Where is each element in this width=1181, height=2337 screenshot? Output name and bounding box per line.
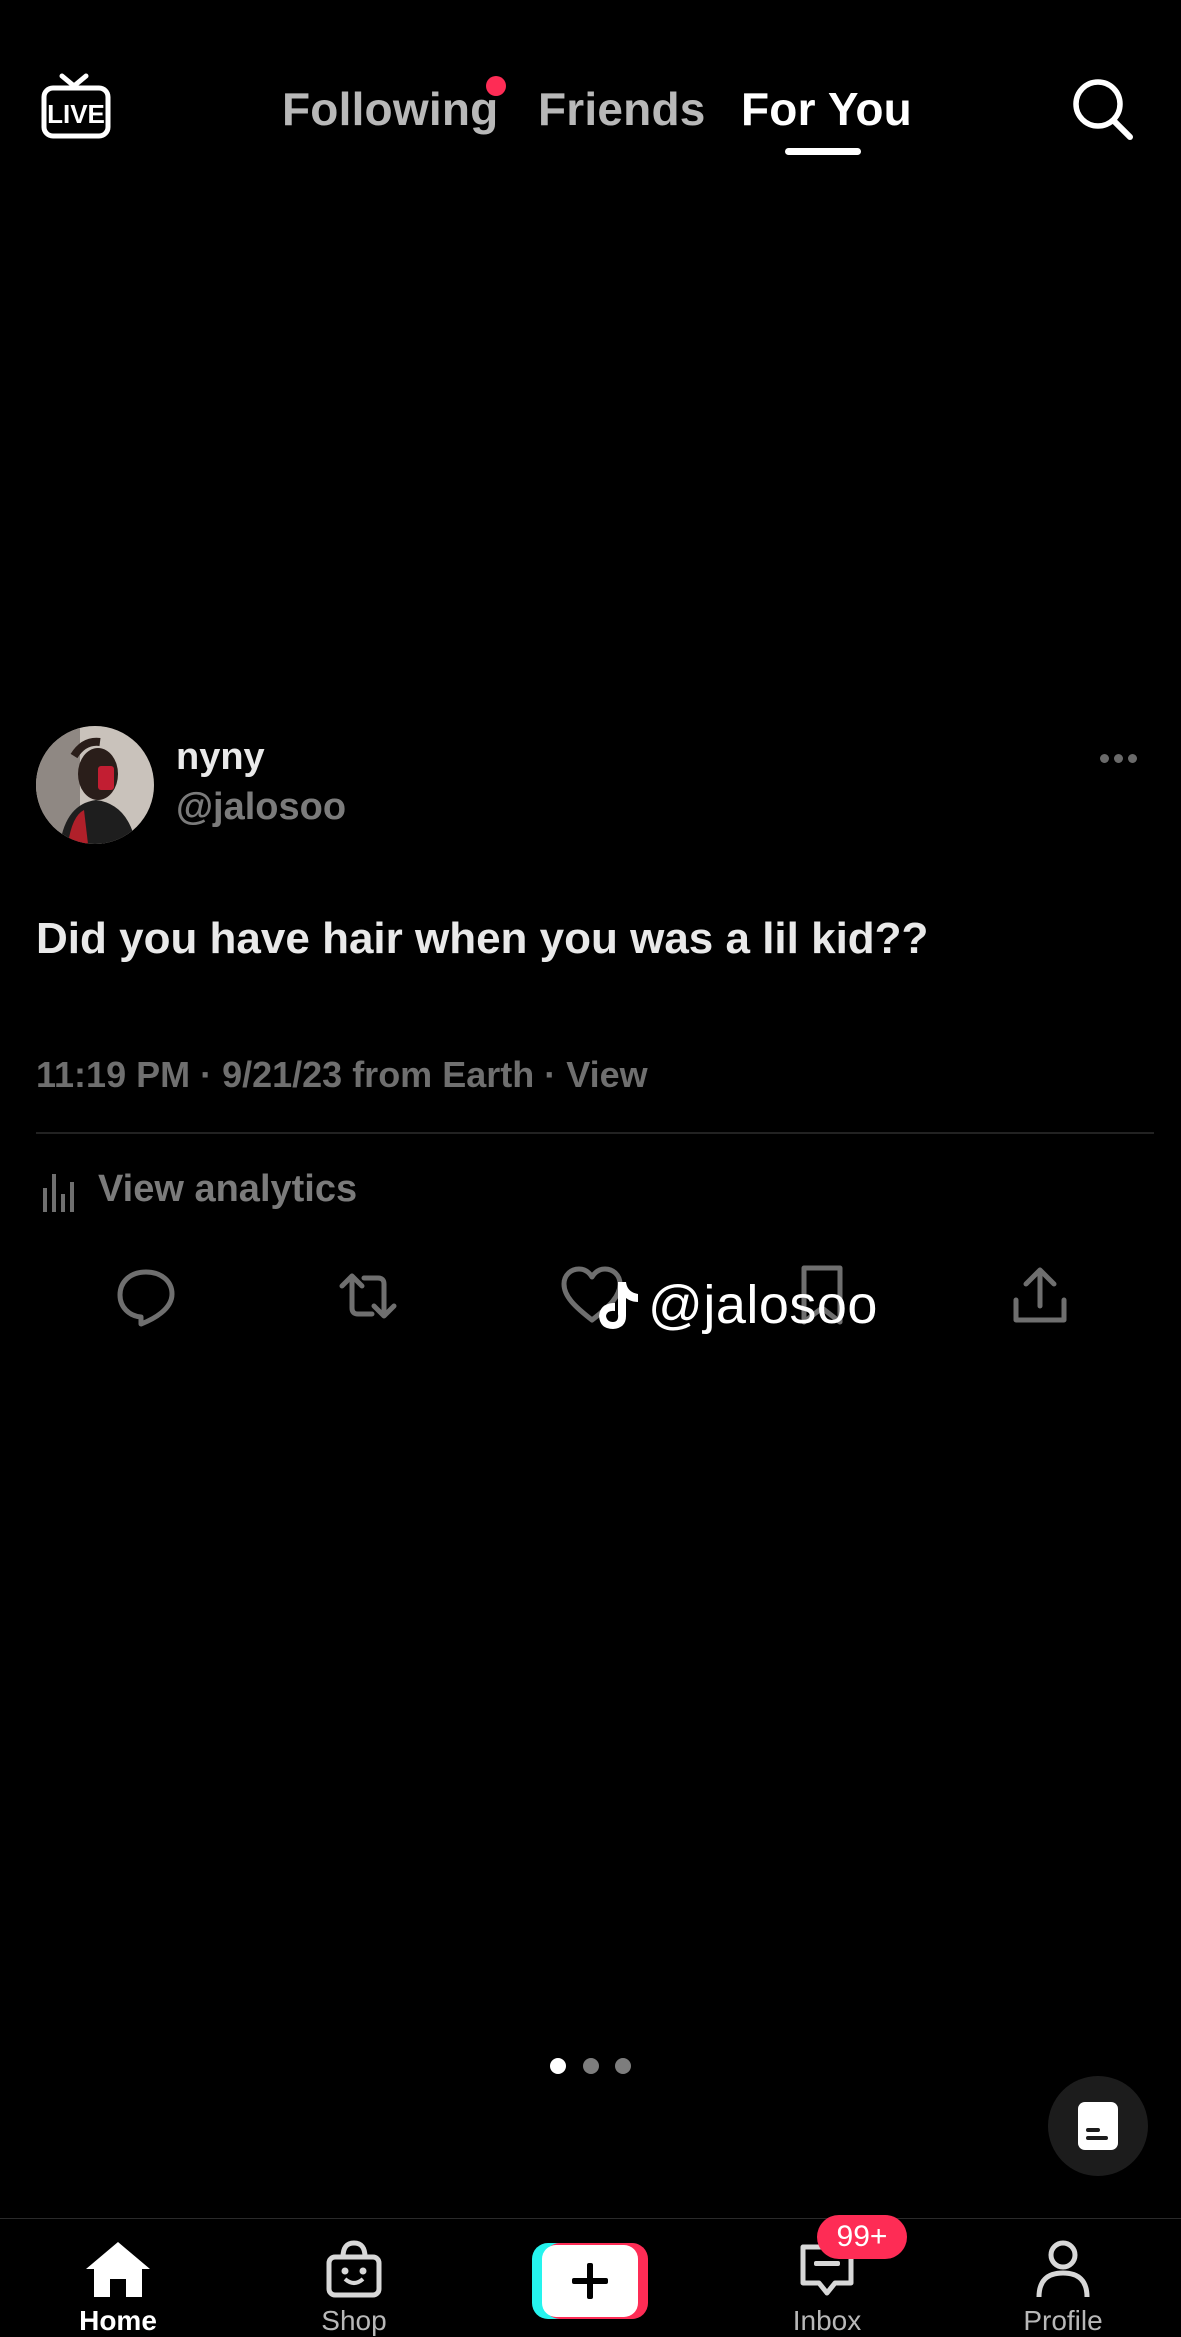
create-button-face [542,2245,638,2317]
captions-button[interactable] [1048,2076,1148,2176]
analytics-bars-icon [43,1174,74,1212]
search-button[interactable] [1070,74,1134,142]
shop-bag-icon [326,2240,382,2298]
retweet-action [336,1264,400,1328]
carousel-dot-active [550,2058,566,2074]
share-action [1008,1264,1072,1328]
more-dot-icon [1128,754,1137,763]
more-options-button[interactable] [1100,750,1150,770]
post-text: Did you have hair when you was a lil kid… [36,914,929,963]
watermark-handle: @jalosoo [648,1275,878,1335]
carousel-dot [583,2058,599,2074]
carousel-dot [615,2058,631,2074]
username-handle[interactable]: @jalosoo [176,786,346,829]
tiktok-watermark: @jalosoo [594,1270,878,1340]
more-dot-icon [1114,754,1123,763]
inbox-badge: 99+ [817,2215,907,2259]
nav-profile-label: Profile [1023,2305,1103,2336]
nav-home[interactable]: Home [38,2219,198,2336]
share-icon [1013,1267,1067,1323]
tab-for-you[interactable]: For You [741,82,912,136]
tab-following[interactable]: Following [282,82,498,136]
view-analytics-label: View analytics [98,1168,358,1210]
following-notification-dot [486,76,506,96]
nav-profile[interactable]: Profile [983,2219,1143,2336]
create-button[interactable] [532,2243,648,2319]
nav-shop[interactable]: Shop [274,2219,434,2336]
tab-friends[interactable]: Friends [538,82,706,136]
plus-icon [572,2263,608,2299]
nav-home-label: Home [79,2305,157,2336]
display-name[interactable]: nyny [176,736,265,779]
search-icon [1073,79,1133,140]
retweet-icon [339,1273,397,1319]
bottom-navigation: Home Shop 99+ Inbox Profile [0,2215,1181,2336]
divider [36,1132,1154,1134]
profile-icon [1036,2240,1090,2298]
nav-inbox-label: Inbox [792,2305,862,2336]
caption-note-icon [1078,2102,1118,2150]
feed-tabs: Following Friends For You [0,70,1181,150]
nav-inbox[interactable]: 99+ Inbox [747,2215,907,2336]
avatar-photo [36,726,154,844]
home-icon [86,2242,150,2297]
avatar [36,726,154,844]
post-timestamp: 11:19 PM · 9/21/23 from Earth · View [36,1054,648,1095]
reply-icon [117,1269,175,1327]
top-bar: LIVE Following Friends For You [0,0,1181,170]
active-tab-indicator [785,148,861,155]
more-dot-icon [1100,754,1109,763]
tiktok-logo-icon [599,1282,638,1329]
nav-shop-label: Shop [321,2305,387,2336]
reply-action [114,1264,178,1328]
